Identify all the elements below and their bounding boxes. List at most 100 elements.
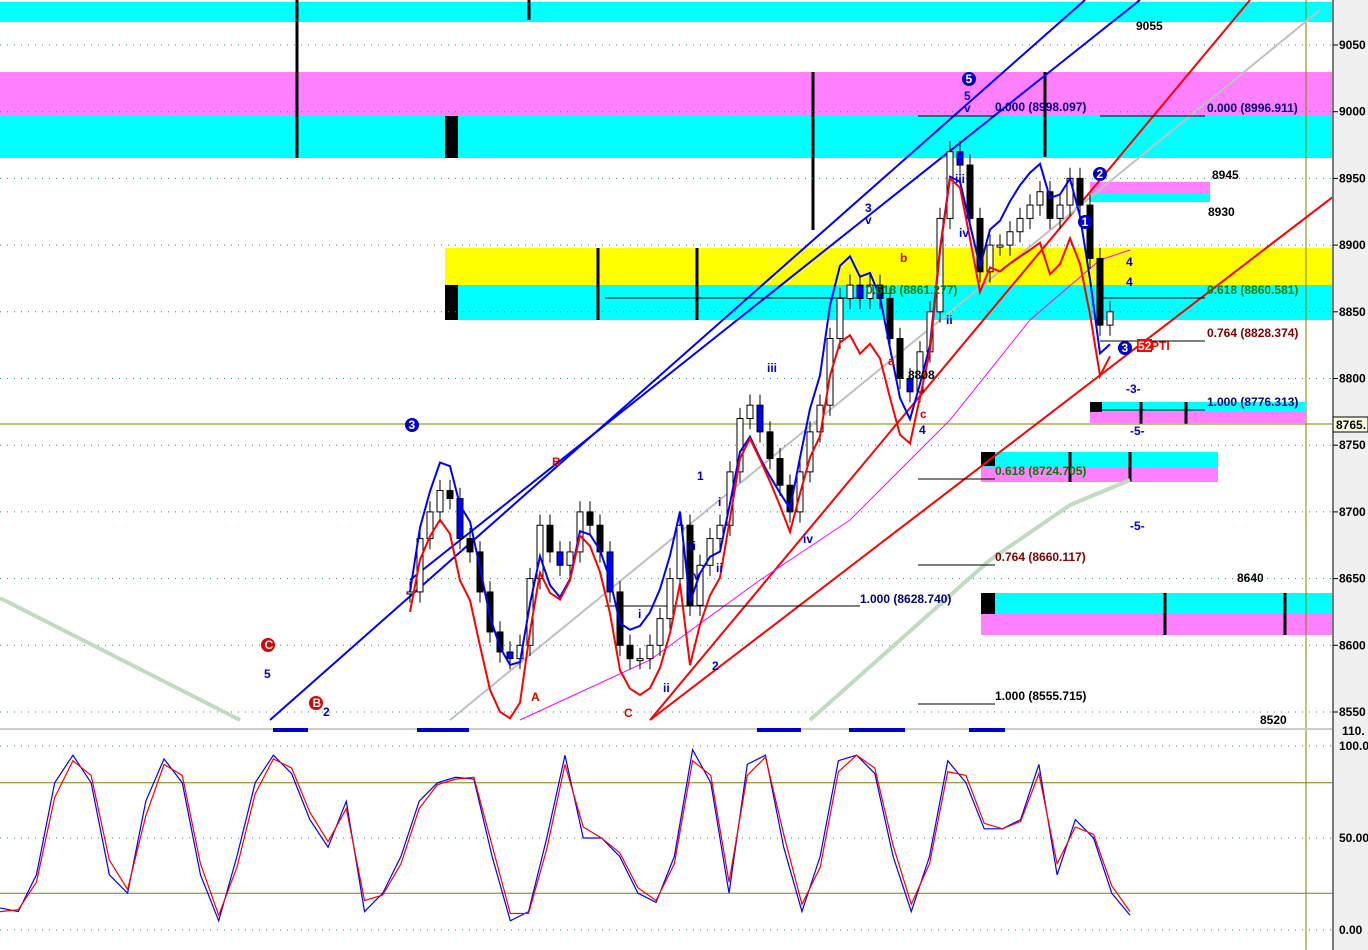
candle	[666, 578, 674, 620]
candle	[446, 490, 454, 500]
candle	[406, 591, 414, 595]
wave-label: -5-	[1130, 424, 1145, 438]
candle	[1016, 217, 1024, 233]
price-tick-label: 8850	[1339, 305, 1366, 319]
wave-label: 4	[1126, 275, 1133, 289]
wave-label: ii	[946, 313, 953, 327]
wave-label: A	[531, 690, 540, 704]
candle	[626, 644, 634, 660]
price-note: 8930	[1208, 205, 1235, 219]
zone-band	[0, 72, 1332, 116]
signal-bar	[849, 728, 905, 732]
zone-marker	[445, 285, 458, 320]
price-tick-label: 9000	[1339, 105, 1366, 119]
wave-label: 4	[919, 423, 926, 437]
candle	[956, 151, 964, 166]
wave-label: iv	[690, 569, 700, 583]
fib-label: 1.000 (8555.715)	[995, 689, 1086, 703]
fib-label: 1.000 (8628.740)	[860, 592, 951, 606]
candle	[546, 524, 554, 553]
fib-label: 1.000 (8776.313)	[1207, 395, 1298, 409]
price-tick-label: 8800	[1339, 372, 1366, 386]
wave-label: i	[718, 495, 721, 509]
candle	[1056, 204, 1064, 219]
wave-label: B	[552, 455, 561, 469]
wave-label: ii	[663, 681, 670, 695]
candle	[566, 551, 574, 566]
candle	[896, 337, 904, 380]
fib-label: 0.618 (8724.705)	[995, 464, 1086, 478]
candle	[586, 511, 594, 526]
signal-bar	[969, 728, 1005, 732]
wave-label: iv	[959, 226, 969, 240]
oscillator-slow	[0, 754, 1131, 918]
candle	[1106, 311, 1114, 326]
candle	[436, 490, 444, 513]
wave-label: -3-	[1126, 382, 1141, 396]
candle	[466, 538, 474, 553]
price-tick-label: 8900	[1339, 238, 1366, 252]
signal-bar	[757, 728, 801, 732]
zone-band	[0, 116, 1332, 158]
osc-top-label: 110.	[1342, 724, 1365, 738]
wave-label: ii	[716, 561, 723, 575]
trading-chart: 0.000 (8998.097) 0.000 (8996.911) 0.618 (8…	[0, 0, 1368, 950]
wave-label: C	[624, 706, 633, 720]
zone-band	[445, 248, 1332, 285]
circled-wave-label: B	[313, 696, 322, 710]
price-note: 8945	[1212, 168, 1239, 182]
price-tick-label: 8750	[1339, 438, 1366, 452]
price-tick-label: 8600	[1339, 638, 1366, 652]
fib-label: 0.764 (8660.117)	[995, 550, 1086, 564]
zone-band	[981, 593, 1332, 614]
candle	[636, 658, 644, 662]
candle	[1076, 177, 1084, 206]
price-tick-label: 8650	[1339, 572, 1366, 586]
candle	[746, 404, 754, 420]
oscillator-fast	[0, 747, 1131, 923]
signal-bar	[417, 728, 469, 732]
wave-label: i	[638, 607, 641, 621]
price-note: 9055	[1136, 19, 1163, 33]
wave-label: b	[900, 251, 907, 265]
candle	[506, 651, 514, 660]
signal-bar	[273, 728, 308, 732]
circled-wave-label: 1	[1082, 215, 1089, 229]
wave-label: 2	[323, 705, 330, 719]
zone-marker	[981, 593, 995, 614]
osc-tick-label: 50.00	[1339, 831, 1368, 845]
wave-label: PTI	[1151, 339, 1170, 353]
candle	[756, 404, 764, 433]
oscillator-panel	[0, 728, 1368, 931]
fib-label: 0.000 (8998.097)	[995, 100, 1086, 114]
price-tick-label: 8550	[1339, 705, 1366, 719]
candle	[1096, 257, 1104, 326]
wave-label: a	[888, 354, 895, 368]
wave-label: iv	[803, 532, 813, 546]
zone-bands	[0, 0, 1332, 635]
fib-label: 0.618 (8861.277)	[866, 283, 957, 297]
candle	[656, 618, 664, 646]
wave-label: v	[964, 101, 971, 115]
candle	[1026, 204, 1034, 219]
fib-label: 0.000 (8996.911)	[1207, 101, 1298, 115]
wave-label: iii	[955, 172, 965, 186]
wave-label: c	[920, 407, 927, 421]
moving-average-mid	[519, 249, 1131, 721]
price-note: 8640	[1237, 571, 1264, 585]
candle	[646, 644, 654, 660]
candle	[556, 551, 564, 566]
price-tick-label: 8700	[1339, 505, 1366, 519]
candle	[966, 164, 974, 219]
circled-wave-label: 3	[409, 418, 416, 432]
zone-marker	[445, 116, 458, 158]
candle	[1006, 231, 1014, 246]
price-tick-label: 8950	[1339, 171, 1366, 185]
last-price-label: 8765.	[1336, 418, 1366, 432]
candle	[846, 284, 854, 299]
wave-label: 5	[264, 667, 271, 681]
wave-label: -5-	[1130, 519, 1145, 533]
wave-label: v	[865, 213, 872, 227]
circled-wave-label: C	[265, 638, 274, 652]
wave-label: 2	[712, 659, 719, 673]
